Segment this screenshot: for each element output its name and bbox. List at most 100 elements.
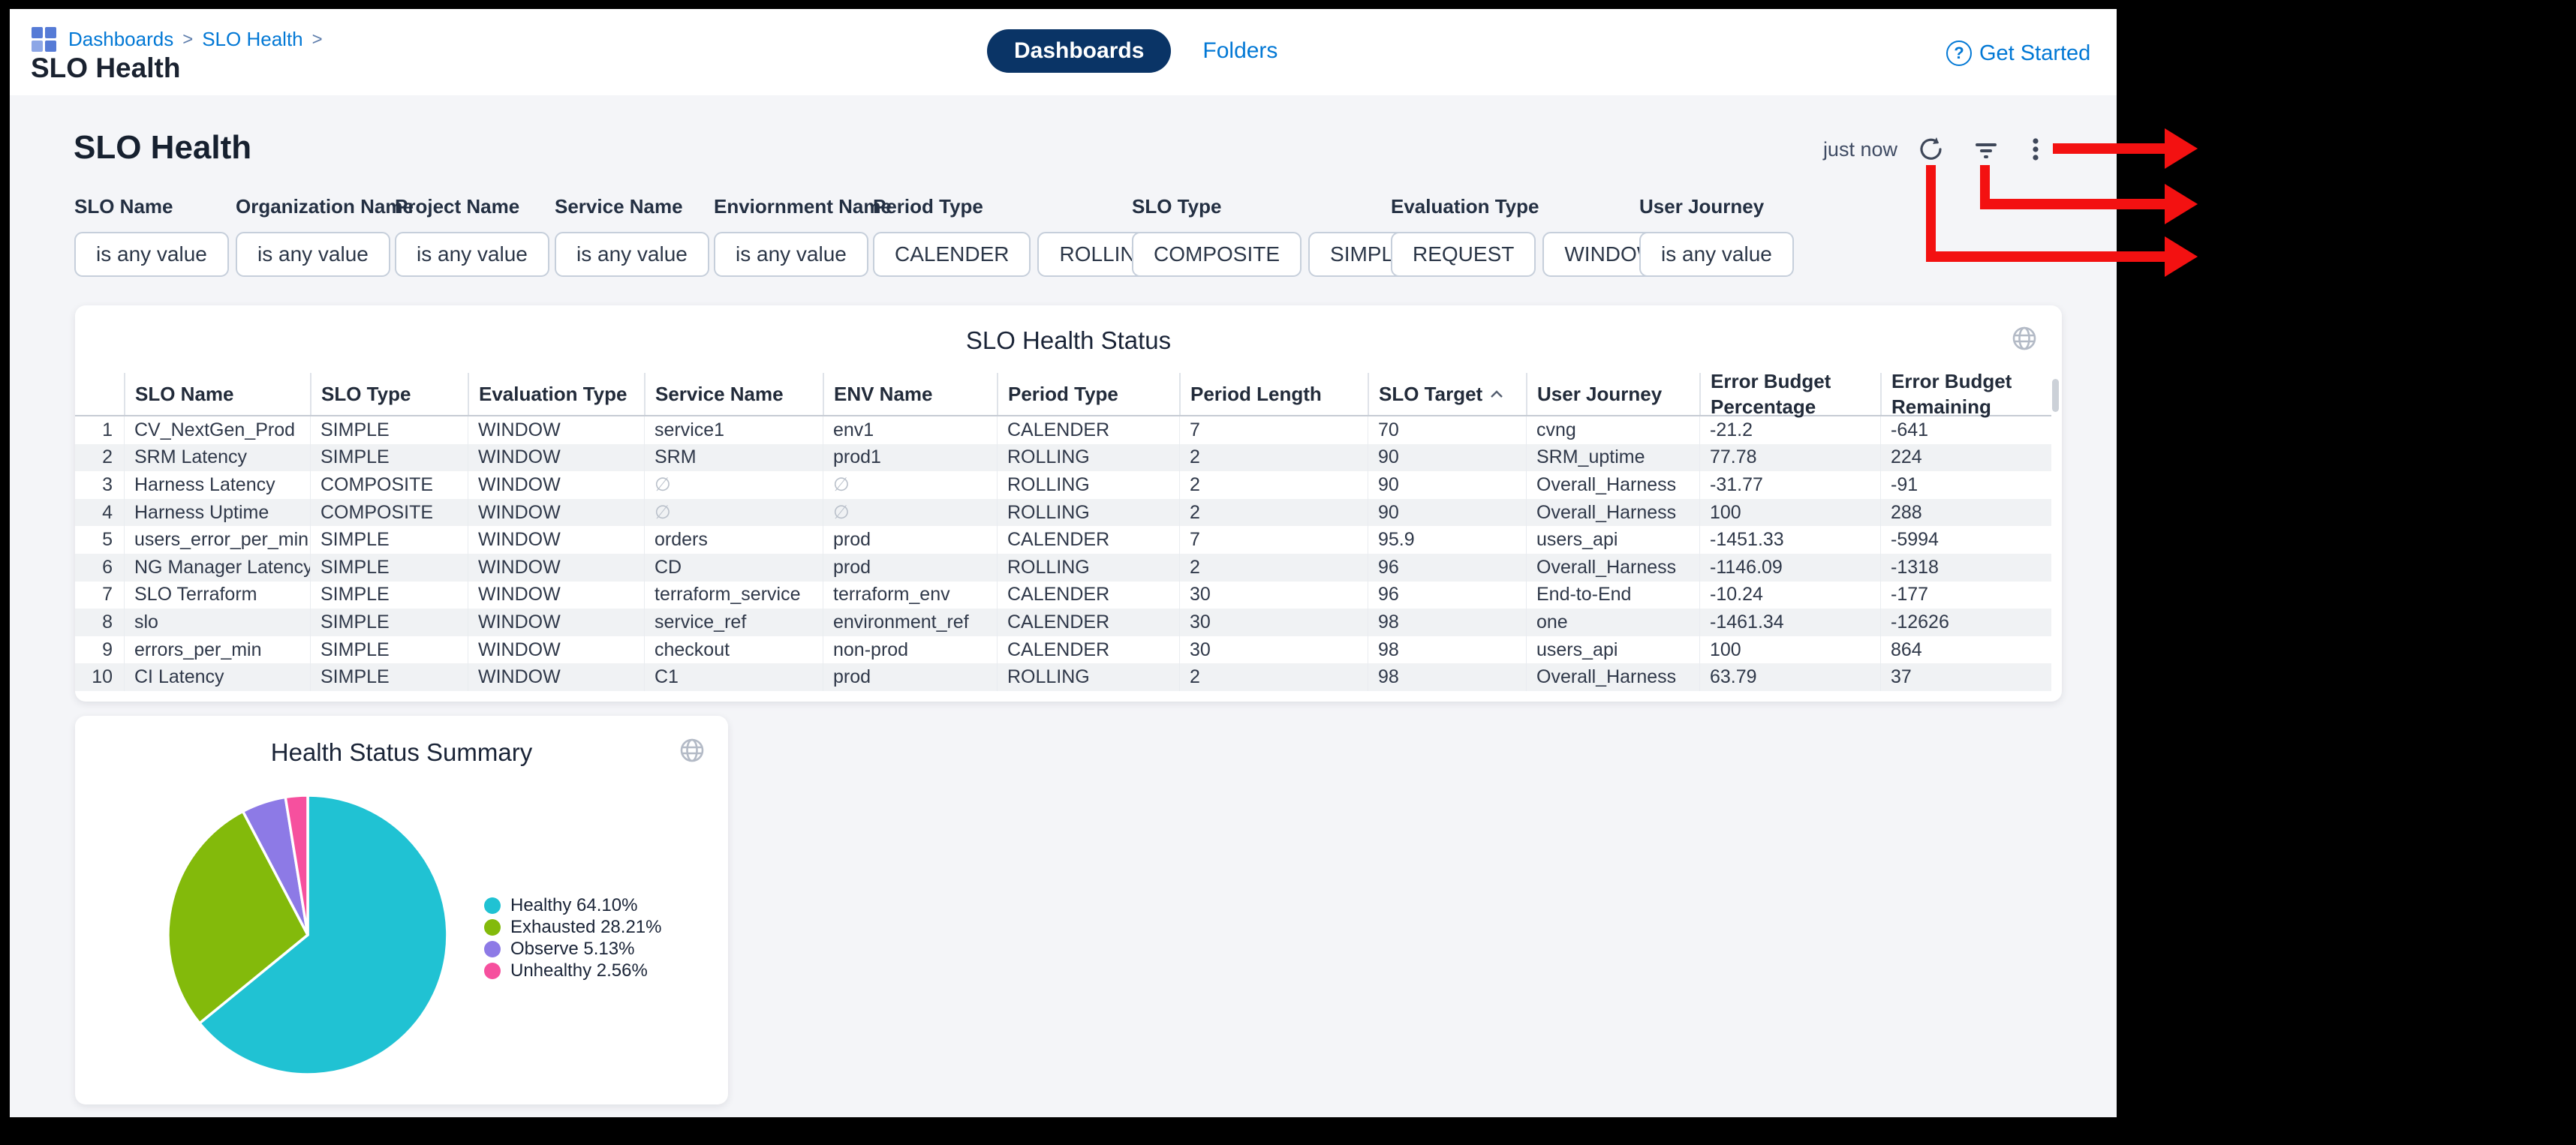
- table-cell: 864: [1880, 636, 2051, 664]
- table-cell: 100: [1699, 636, 1880, 664]
- column-header-error-budget-percentage[interactable]: Error BudgetPercentage: [1699, 373, 1880, 415]
- table-cell: SRM Latency: [124, 444, 310, 472]
- filter-chip[interactable]: is any value: [236, 232, 390, 277]
- filter-chip[interactable]: is any value: [74, 232, 229, 277]
- table-cell: CALENDER: [997, 416, 1179, 444]
- table-cell: -10.24: [1699, 582, 1880, 609]
- table-cell: service1: [644, 416, 823, 444]
- table-cell: 7: [1179, 526, 1368, 554]
- filter-chip[interactable]: is any value: [555, 232, 709, 277]
- table-cell: 77.78: [1699, 444, 1880, 472]
- globe-icon[interactable]: [2009, 323, 2039, 353]
- legend-item-exhausted[interactable]: Exhausted 28.21%: [484, 916, 661, 938]
- table-cell: WINDOW: [468, 499, 644, 527]
- table-cell: SIMPLE: [310, 663, 468, 691]
- filter-chip[interactable]: is any value: [714, 232, 868, 277]
- table-cell: CV_NextGen_Prod: [124, 416, 310, 444]
- table-cell: WINDOW: [468, 609, 644, 636]
- filter-chip-row: COMPOSITESIMPLE: [1132, 232, 1429, 277]
- filter-chip-row: CALENDERROLLING: [873, 232, 1173, 277]
- table-cell: service_ref: [644, 609, 823, 636]
- column-header-evaluation-type[interactable]: Evaluation Type: [468, 373, 644, 415]
- table-cell: -177: [1880, 582, 2051, 609]
- table-cell: 2: [1179, 554, 1368, 582]
- app-window: Dashboards > SLO Health > SLO Health Das…: [10, 9, 2117, 1117]
- filter-chip[interactable]: COMPOSITE: [1132, 232, 1302, 277]
- table-cell: COMPOSITE: [310, 499, 468, 527]
- table-cell: Overall_Harness: [1526, 663, 1699, 691]
- filter-chip-row: is any value: [714, 232, 892, 277]
- filter-icon[interactable]: [1970, 134, 2002, 165]
- table-cell: -12626: [1880, 609, 2051, 636]
- column-header-slo-type[interactable]: SLO Type: [310, 373, 468, 415]
- tab-dashboards[interactable]: Dashboards: [987, 29, 1171, 73]
- table-cell: 7: [1179, 416, 1368, 444]
- table-row: 10CI LatencySIMPLEWINDOWC1prodROLLING298…: [75, 663, 2051, 691]
- filter-chip-row: is any value: [1639, 232, 1794, 277]
- legend-item-healthy[interactable]: Healthy 64.10%: [484, 894, 661, 916]
- breadcrumb-dashboards[interactable]: Dashboards: [68, 28, 173, 51]
- legend-item-observe[interactable]: Observe 5.13%: [484, 938, 661, 960]
- table-row: 8sloSIMPLEWINDOWservice_refenvironment_r…: [75, 609, 2051, 636]
- table-cell: ∅: [823, 499, 997, 527]
- get-started-button[interactable]: ? Get Started: [1946, 41, 2090, 66]
- filter-chip[interactable]: CALENDER: [873, 232, 1031, 277]
- filter-chip[interactable]: REQUEST: [1391, 232, 1536, 277]
- column-header-slo-target[interactable]: SLO Target: [1368, 373, 1526, 415]
- column-header-user-journey[interactable]: User Journey: [1526, 373, 1699, 415]
- table-cell: WINDOW: [468, 663, 644, 691]
- table-cell: -1318: [1880, 554, 2051, 582]
- table-cell: 37: [1880, 663, 2051, 691]
- top-bar: Dashboards > SLO Health > SLO Health Das…: [10, 9, 2117, 95]
- kebab-menu-icon[interactable]: [2020, 134, 2051, 165]
- table-cell: env1: [823, 416, 997, 444]
- table-cell: ∅: [644, 499, 823, 527]
- refresh-icon[interactable]: [1915, 134, 1947, 165]
- filter-label: Project Name: [395, 195, 549, 218]
- table-cell: CALENDER: [997, 526, 1179, 554]
- table-cell: orders: [644, 526, 823, 554]
- table-cell: -5994: [1880, 526, 2051, 554]
- table-cell: ROLLING: [997, 499, 1179, 527]
- annotation-arrow-head: [2165, 128, 2198, 169]
- table-cell: ROLLING: [997, 663, 1179, 691]
- column-header-error-budget-remaining[interactable]: Error BudgetRemaining: [1880, 373, 2051, 415]
- table-title: SLO Health Status: [75, 326, 2062, 355]
- table-cell: SIMPLE: [310, 609, 468, 636]
- filter-chip[interactable]: is any value: [1639, 232, 1794, 277]
- table-cell: 96: [1368, 554, 1526, 582]
- filter-label: Period Type: [873, 195, 1173, 218]
- table-cell: 224: [1880, 444, 2051, 472]
- column-header-row-number: [75, 373, 124, 415]
- table-cell: prod: [823, 526, 997, 554]
- table-cell: COMPOSITE: [310, 471, 468, 499]
- table-cell: 96: [1368, 582, 1526, 609]
- filter-label: SLO Type: [1132, 195, 1429, 218]
- filter-chip[interactable]: is any value: [395, 232, 549, 277]
- column-header-period-length[interactable]: Period Length: [1179, 373, 1368, 415]
- table-cell: 30: [1179, 609, 1368, 636]
- breadcrumb-slo-health[interactable]: SLO Health: [202, 28, 302, 51]
- annotation-arrow-line: [2053, 143, 2167, 154]
- filter-chip-row: REQUESTWINDOW: [1391, 232, 1678, 277]
- table-cell: ∅: [823, 471, 997, 499]
- tab-folders[interactable]: Folders: [1202, 38, 1277, 64]
- table-cell: SIMPLE: [310, 416, 468, 444]
- column-header-service-name[interactable]: Service Name: [644, 373, 823, 415]
- table-cell: SIMPLE: [310, 582, 468, 609]
- pie-legend: Healthy 64.10%Exhausted 28.21%Observe 5.…: [484, 894, 661, 981]
- table-row: 5users_error_per_minSIMPLEWINDOWorderspr…: [75, 526, 2051, 554]
- table-cell: End-to-End: [1526, 582, 1699, 609]
- filter-project-name: Project Name is any value: [395, 195, 549, 277]
- column-header-env-name[interactable]: ENV Name: [823, 373, 997, 415]
- table-row: 1CV_NextGen_ProdSIMPLEWINDOWservice1env1…: [75, 416, 2051, 444]
- filter-evaluation-type: Evaluation TypeREQUESTWINDOW: [1391, 195, 1678, 277]
- table-cell: 2: [1179, 663, 1368, 691]
- table-scrollbar-thumb[interactable]: [2052, 379, 2059, 412]
- slo-health-status-card: SLO Health Status SLO NameSLO TypeEvalua…: [75, 305, 2062, 702]
- column-header-slo-name[interactable]: SLO Name: [124, 373, 310, 415]
- legend-item-unhealthy[interactable]: Unhealthy 2.56%: [484, 960, 661, 981]
- column-header-period-type[interactable]: Period Type: [997, 373, 1179, 415]
- legend-label: Healthy 64.10%: [510, 895, 637, 916]
- table-cell: -21.2: [1699, 416, 1880, 444]
